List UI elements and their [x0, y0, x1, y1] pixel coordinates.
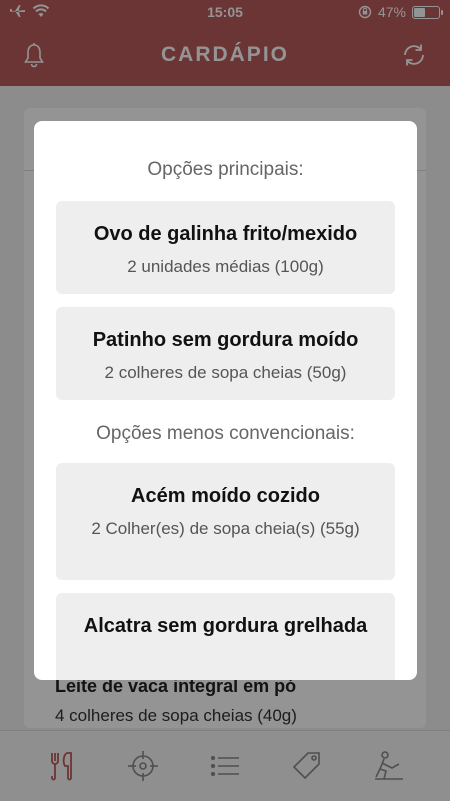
option-portion: 2 unidades médias (100g)	[127, 257, 324, 276]
option-card[interactable]: Ovo de galinha frito/mexido 2 unidades m…	[56, 201, 395, 294]
option-title: Alcatra sem gordura grelhada	[83, 615, 368, 637]
section-label-alt: Opções menos convencionais:	[96, 423, 355, 444]
option-portion: 2 colheres de sopa cheias (50g)	[104, 363, 347, 382]
option-title: Patinho sem gordura moído	[92, 329, 359, 351]
option-portion: 2 Colher(es) de sopa cheia(s) (55g)	[91, 519, 360, 538]
section-label-main: Opções principais:	[147, 159, 304, 180]
option-title: Acém moído cozido	[131, 485, 320, 507]
option-card[interactable]: Alcatra sem gordura grelhada	[56, 593, 395, 680]
substitution-modal: Opções principais: Ovo de galinha frito/…	[34, 121, 417, 680]
option-card[interactable]: Patinho sem gordura moído 2 colheres de …	[56, 307, 395, 400]
option-card[interactable]: Acém moído cozido 2 Colher(es) de sopa c…	[56, 463, 395, 580]
option-title: Ovo de galinha frito/mexido	[93, 223, 358, 245]
